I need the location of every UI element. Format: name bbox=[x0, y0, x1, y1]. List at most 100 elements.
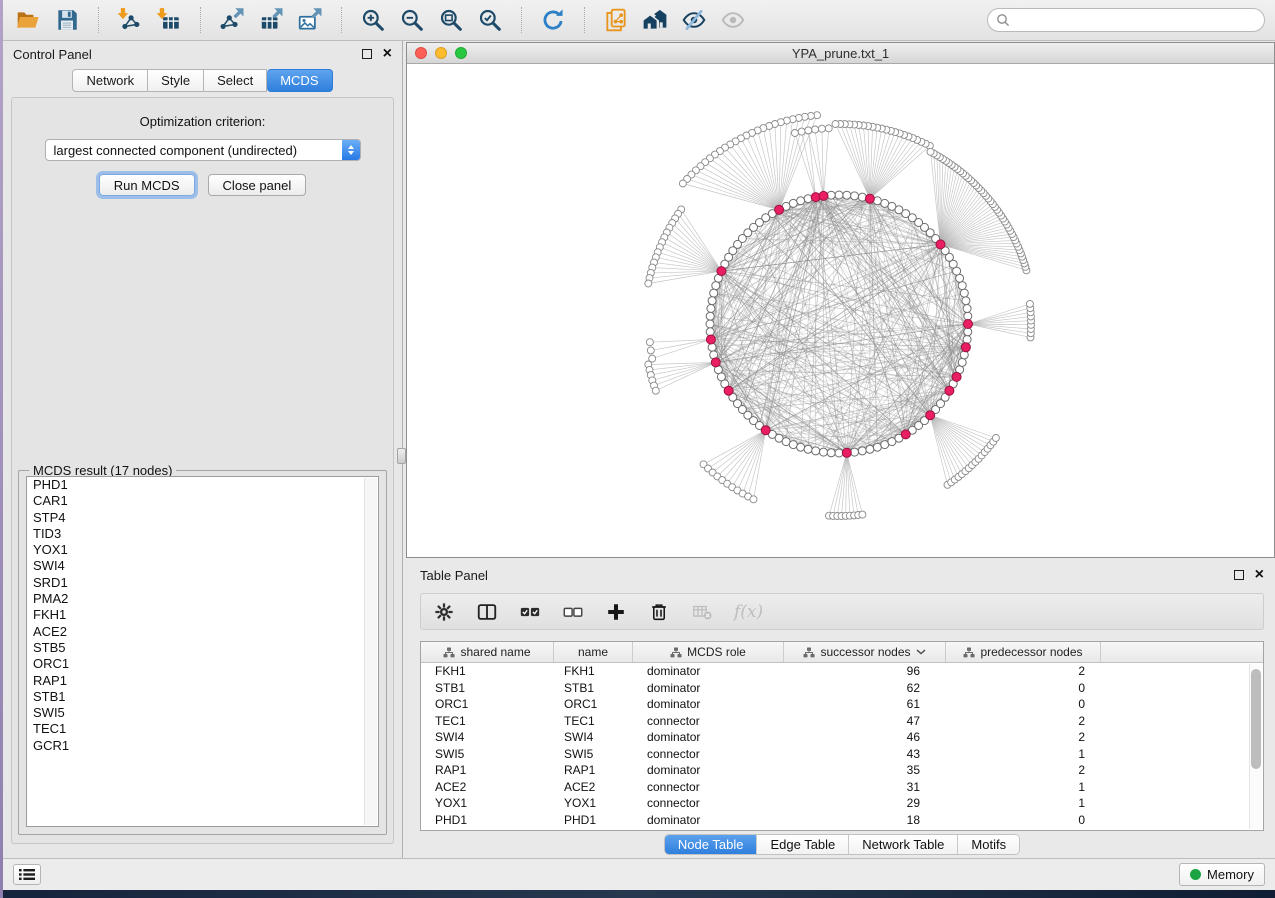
optimization-criterion-label: Optimization criterion: bbox=[12, 114, 393, 129]
column-header-mcds-role[interactable]: MCDS role bbox=[633, 642, 784, 662]
column-header-shared-name[interactable]: shared name bbox=[421, 642, 554, 662]
maximize-window-icon[interactable] bbox=[455, 47, 467, 59]
table-cell: FKH1 bbox=[421, 664, 554, 678]
tab-edge-table[interactable]: Edge Table bbox=[757, 835, 849, 854]
search-input[interactable] bbox=[1016, 13, 1256, 28]
import-table-icon[interactable] bbox=[154, 6, 184, 34]
table-panel: Table Panel × f(x) shared namenameMCDS r… bbox=[406, 563, 1275, 858]
search-box[interactable] bbox=[987, 8, 1265, 32]
mcds-result-item: YOX1 bbox=[27, 542, 378, 558]
table-cell: ORC1 bbox=[421, 697, 554, 711]
first-neighbors-icon[interactable] bbox=[640, 6, 670, 34]
table-cell: STB1 bbox=[554, 681, 633, 695]
run-mcds-button[interactable]: Run MCDS bbox=[99, 174, 195, 196]
zoom-fit-icon[interactable] bbox=[436, 6, 466, 34]
table-cell: RAP1 bbox=[554, 763, 633, 777]
mcds-result-list[interactable]: PHD1CAR1STP4TID3YOX1SWI4SRD1PMA2FKH1ACE2… bbox=[26, 476, 379, 827]
zoom-in-icon[interactable] bbox=[358, 6, 388, 34]
table-row[interactable]: ACE2ACE2connector311 bbox=[421, 779, 1263, 796]
control-panel-tabs: NetworkStyleSelectMCDS bbox=[3, 69, 402, 92]
table-cell: YOX1 bbox=[421, 796, 554, 810]
export-table-icon[interactable] bbox=[256, 6, 286, 34]
column-header-name[interactable]: name bbox=[554, 642, 633, 662]
column-label: shared name bbox=[460, 645, 530, 659]
tab-style[interactable]: Style bbox=[148, 69, 204, 92]
open-file-icon[interactable] bbox=[13, 6, 43, 34]
table-row[interactable]: YOX1YOX1connector291 bbox=[421, 795, 1263, 812]
table-scrollbar[interactable] bbox=[1249, 664, 1262, 829]
table-cell: 1 bbox=[946, 780, 1101, 794]
optimization-criterion-select[interactable]: largest connected component (undirected) bbox=[45, 139, 361, 161]
clipboard-share-icon[interactable] bbox=[601, 6, 631, 34]
float-panel-icon[interactable] bbox=[362, 49, 372, 59]
network-graph[interactable] bbox=[407, 64, 1274, 557]
table-row[interactable]: RAP1RAP1dominator352 bbox=[421, 762, 1263, 779]
table-settings-icon[interactable] bbox=[433, 601, 455, 623]
tab-motifs[interactable]: Motifs bbox=[958, 835, 1019, 854]
hide-selected-icon[interactable] bbox=[679, 6, 709, 34]
delete-column-icon[interactable] bbox=[648, 601, 670, 623]
split-panel-icon[interactable] bbox=[476, 601, 498, 623]
close-window-icon[interactable] bbox=[415, 47, 427, 59]
toolbar-separator bbox=[584, 7, 585, 33]
table-row[interactable]: SWI4SWI4dominator462 bbox=[421, 729, 1263, 746]
add-column-icon[interactable] bbox=[605, 601, 627, 623]
network-canvas[interactable] bbox=[407, 64, 1274, 557]
refresh-icon[interactable] bbox=[538, 6, 568, 34]
table-row[interactable]: STB1STB1dominator620 bbox=[421, 680, 1263, 697]
table-cell: SWI4 bbox=[554, 730, 633, 744]
control-panel-title: Control Panel bbox=[13, 47, 92, 62]
close-panel-icon[interactable]: × bbox=[383, 48, 392, 60]
table-scrollbar-thumb[interactable] bbox=[1251, 669, 1261, 769]
table-row[interactable]: FKH1FKH1dominator962 bbox=[421, 663, 1263, 680]
save-session-icon[interactable] bbox=[52, 6, 82, 34]
tab-node-table[interactable]: Node Table bbox=[665, 835, 758, 854]
import-network-icon[interactable] bbox=[115, 6, 145, 34]
mcds-result-item: GCR1 bbox=[27, 738, 378, 754]
table-cell: 18 bbox=[784, 813, 946, 827]
tab-mcds[interactable]: MCDS bbox=[267, 69, 332, 92]
panel-splitter-handle[interactable] bbox=[397, 448, 406, 464]
select-all-icon[interactable] bbox=[519, 601, 541, 623]
memory-status-icon bbox=[1190, 869, 1201, 880]
column-header-successor-nodes[interactable]: successor nodes bbox=[784, 642, 946, 662]
task-history-button[interactable] bbox=[13, 864, 41, 885]
table-cell: SWI5 bbox=[421, 747, 554, 761]
column-header-predecessor-nodes[interactable]: predecessor nodes bbox=[946, 642, 1101, 662]
column-label: name bbox=[578, 645, 608, 659]
tab-network[interactable]: Network bbox=[72, 69, 148, 92]
table-row[interactable]: TEC1TEC1connector472 bbox=[421, 713, 1263, 730]
float-table-panel-icon[interactable] bbox=[1234, 570, 1244, 580]
mcds-list-scrollbar[interactable] bbox=[364, 478, 377, 825]
mcds-result-item: PHD1 bbox=[27, 477, 378, 493]
tab-select[interactable]: Select bbox=[204, 69, 267, 92]
zoom-out-icon[interactable] bbox=[397, 6, 427, 34]
network-window-titlebar: YPA_prune.txt_1 bbox=[407, 43, 1274, 64]
tab-network-table[interactable]: Network Table bbox=[849, 835, 958, 854]
export-network-icon[interactable] bbox=[217, 6, 247, 34]
memory-button[interactable]: Memory bbox=[1179, 863, 1265, 886]
deselect-all-icon[interactable] bbox=[562, 601, 584, 623]
zoom-selected-icon[interactable] bbox=[475, 6, 505, 34]
network-view-window: YPA_prune.txt_1 bbox=[406, 42, 1275, 558]
shared-column-icon bbox=[443, 647, 455, 658]
table-tabs: Node TableEdge TableNetwork TableMotifs bbox=[664, 834, 1020, 855]
table-cell: dominator bbox=[633, 697, 784, 711]
close-table-panel-icon[interactable]: × bbox=[1255, 569, 1264, 581]
table-cell: 0 bbox=[946, 681, 1101, 695]
export-image-icon[interactable] bbox=[295, 6, 325, 34]
table-cell: dominator bbox=[633, 730, 784, 744]
table-row[interactable]: ORC1ORC1dominator610 bbox=[421, 696, 1263, 713]
table-row[interactable]: PHD1PHD1dominator180 bbox=[421, 812, 1263, 829]
table-row[interactable]: SWI5SWI5connector431 bbox=[421, 746, 1263, 763]
table-cell: ACE2 bbox=[554, 780, 633, 794]
table-cell: 1 bbox=[946, 796, 1101, 810]
shared-column-icon bbox=[803, 647, 815, 658]
table-cell: connector bbox=[633, 780, 784, 794]
table-cell: YOX1 bbox=[554, 796, 633, 810]
mcds-result-group: MCDS result (17 nodes) PHD1CAR1STP4TID3Y… bbox=[18, 470, 387, 835]
minimize-window-icon[interactable] bbox=[435, 47, 447, 59]
memory-label: Memory bbox=[1207, 867, 1254, 882]
close-panel-button[interactable]: Close panel bbox=[208, 174, 307, 196]
table-cell: dominator bbox=[633, 813, 784, 827]
